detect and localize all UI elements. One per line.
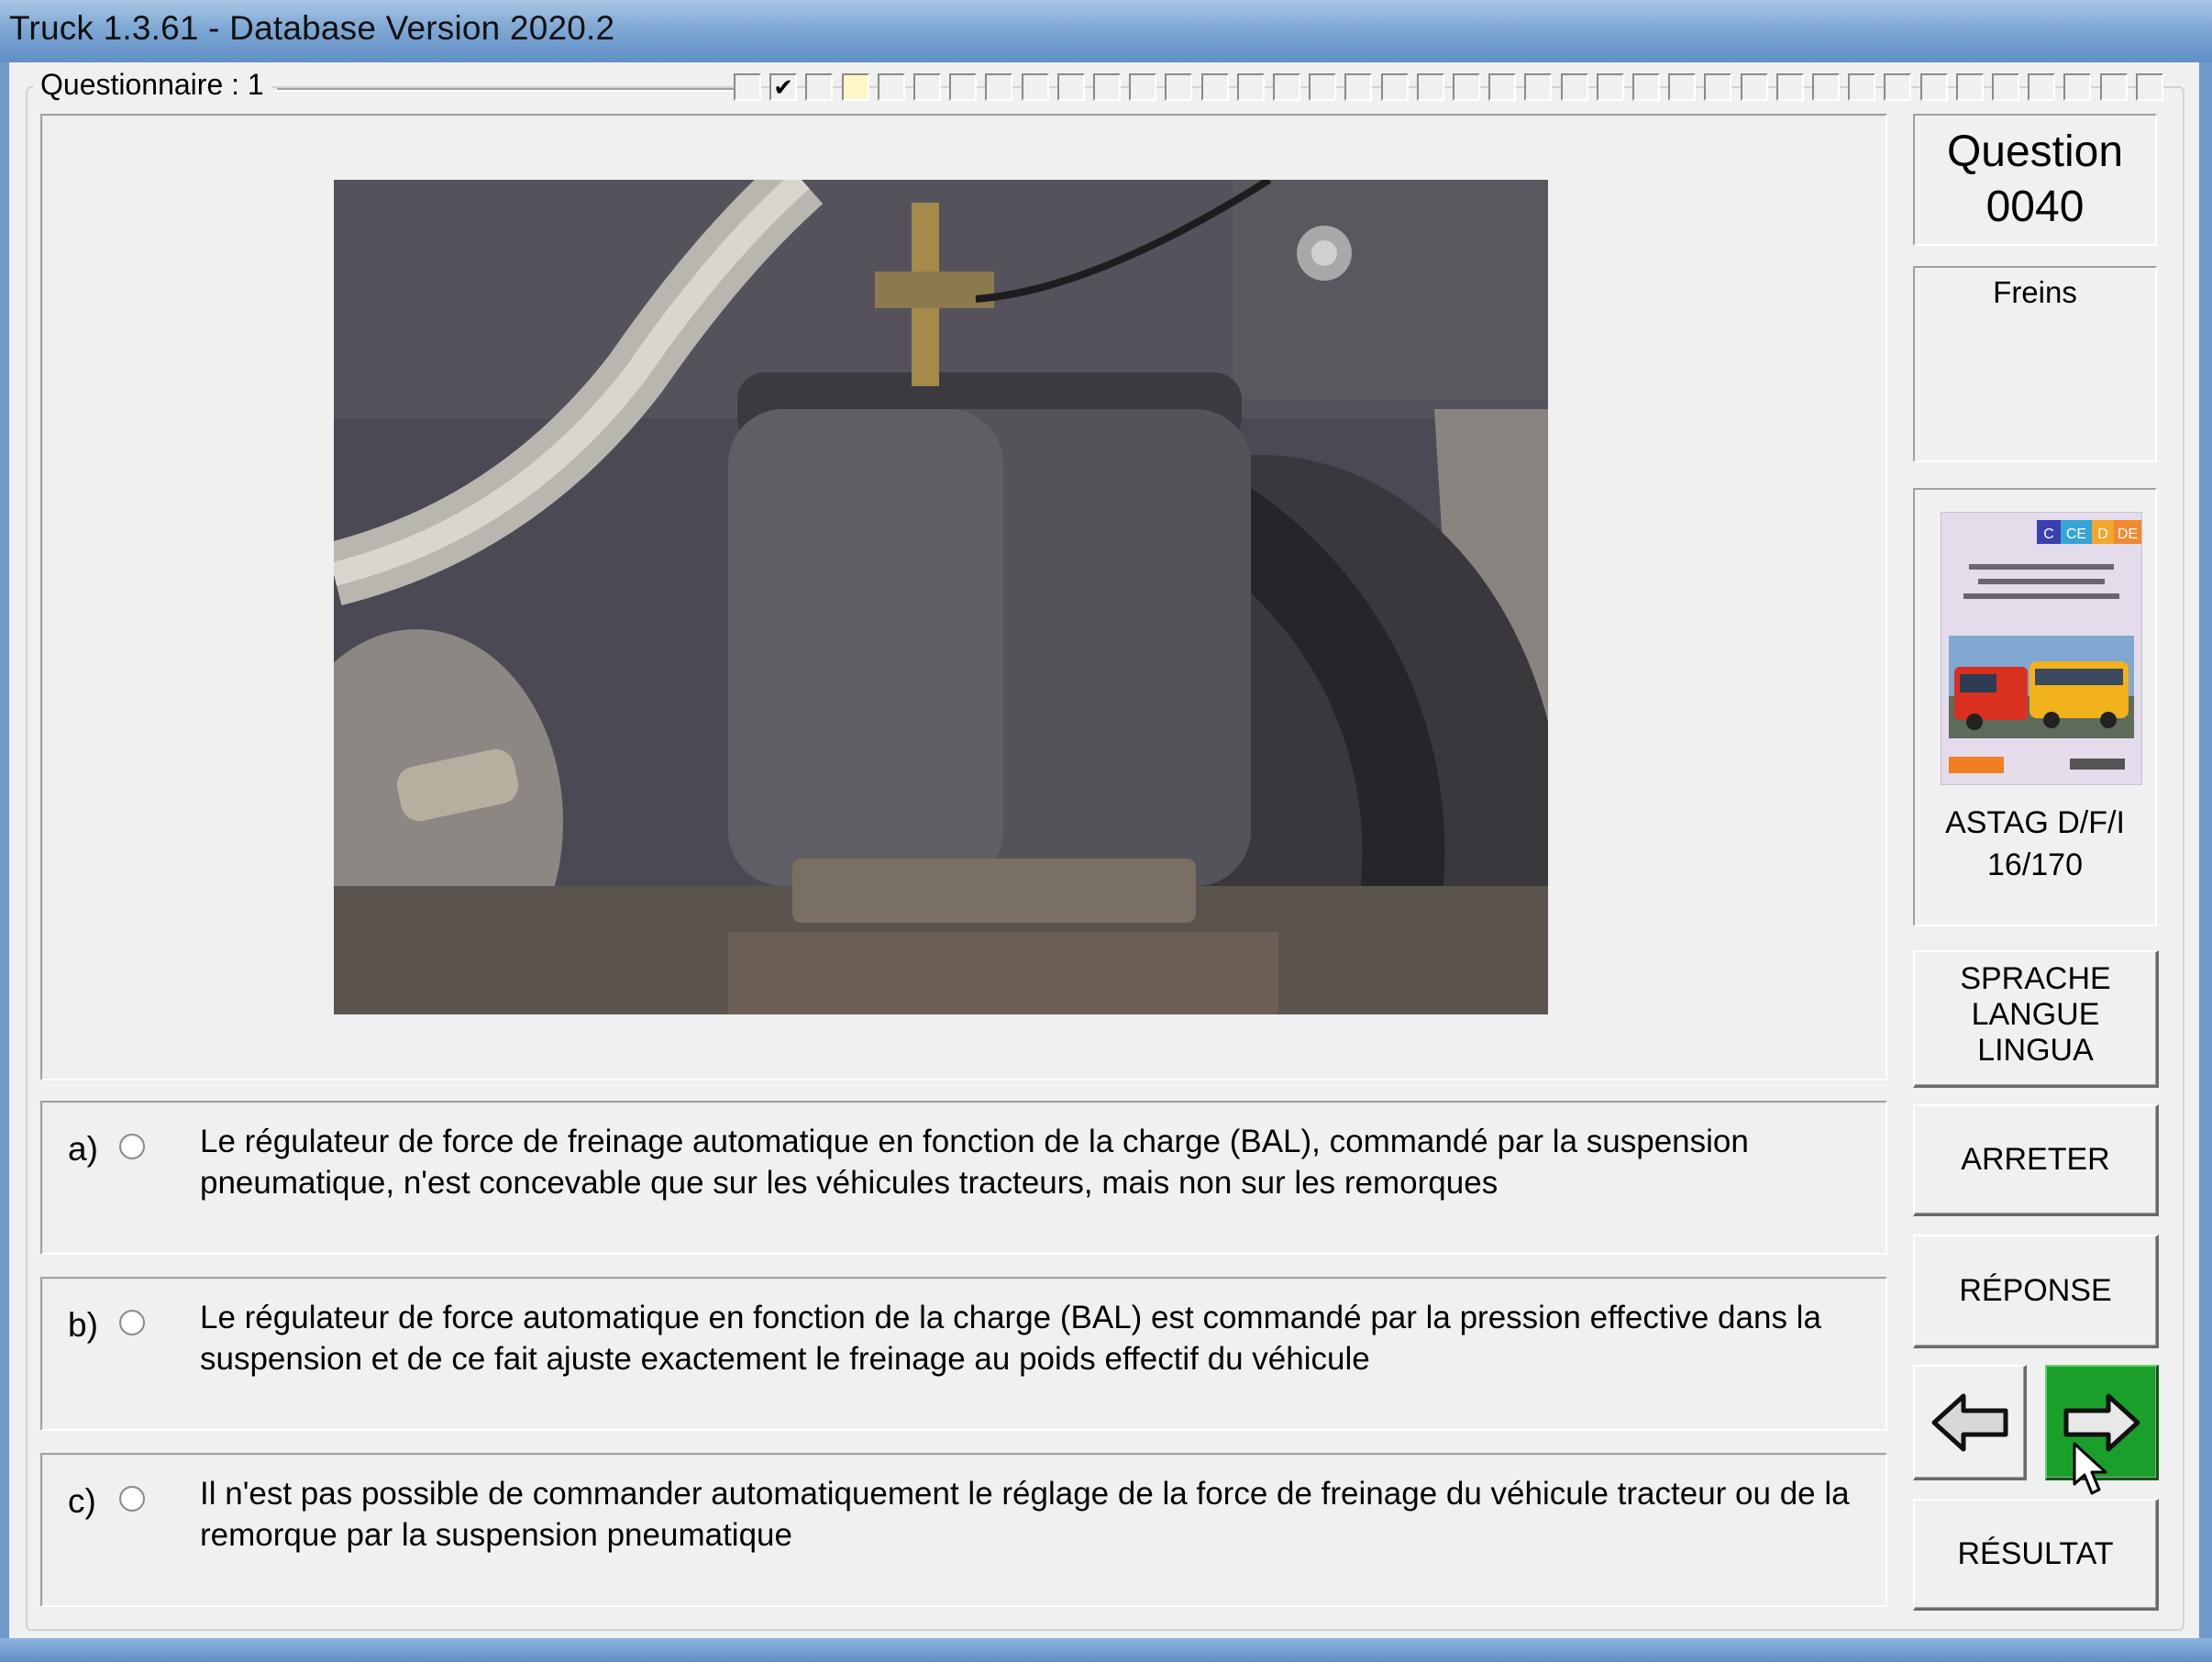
question-number-panel: Question 0040 bbox=[1913, 114, 2157, 246]
book-title: ASTAG D/F/I bbox=[1945, 805, 2125, 840]
progress-box bbox=[1919, 73, 1948, 101]
progress-box bbox=[2063, 73, 2092, 101]
title-bar: Truck 1.3.61 - Database Version 2020.2 bbox=[0, 0, 2212, 62]
question-number: 0040 bbox=[1985, 183, 2085, 231]
progress-box bbox=[1596, 73, 1624, 101]
progress-box bbox=[805, 73, 834, 101]
progress-box bbox=[1632, 73, 1660, 101]
progress-box bbox=[1093, 73, 1121, 101]
answer-c-letter: c) bbox=[68, 1482, 96, 1520]
progress-box bbox=[1740, 73, 1768, 101]
progress-box bbox=[1704, 73, 1732, 101]
progress-box bbox=[1344, 73, 1373, 101]
stop-button[interactable]: ARRETER bbox=[1913, 1104, 2159, 1216]
book-badge-d: D bbox=[2097, 526, 2108, 542]
book-badge-c: C bbox=[2043, 526, 2054, 542]
progress-box bbox=[1488, 73, 1517, 101]
progress-box bbox=[1416, 73, 1444, 101]
progress-box: ✔ bbox=[769, 73, 798, 101]
progress-box bbox=[1955, 73, 1984, 101]
answer-button[interactable]: RÉPONSE bbox=[1913, 1235, 2159, 1348]
language-label-it: LINGUA bbox=[1977, 1033, 2094, 1068]
answer-a-letter: a) bbox=[68, 1130, 98, 1168]
progress-box bbox=[1884, 73, 1912, 101]
answer-a-text[interactable]: Le régulateur de force de freinage autom… bbox=[200, 1121, 1860, 1203]
answer-c-text[interactable]: Il n'est pas possible de commander autom… bbox=[200, 1473, 1860, 1556]
progress-box bbox=[1524, 73, 1553, 101]
progress-box bbox=[1021, 73, 1049, 101]
progress-box bbox=[841, 73, 869, 101]
group-divider bbox=[277, 88, 734, 92]
language-label-de: SPRACHE bbox=[1960, 961, 2111, 996]
book-panel: C CE D DE ASTAG D/F/I 16/170 bbox=[1913, 488, 2157, 926]
answer-b-letter: b) bbox=[68, 1306, 98, 1344]
progress-box bbox=[877, 73, 905, 101]
progress-box bbox=[2028, 73, 2056, 101]
progress-box bbox=[734, 73, 761, 101]
mouse-cursor-icon bbox=[2073, 1442, 2107, 1495]
previous-button[interactable] bbox=[1913, 1365, 2027, 1480]
progress-box bbox=[1165, 73, 1193, 101]
progress-box bbox=[1992, 73, 2019, 101]
progress-box bbox=[1236, 73, 1265, 101]
result-button[interactable]: RÉSULTAT bbox=[1913, 1499, 2159, 1611]
progress-box bbox=[1848, 73, 1876, 101]
progress-box bbox=[1812, 73, 1840, 101]
answer-b-text[interactable]: Le régulateur de force automatique en fo… bbox=[200, 1297, 1860, 1379]
book-page: 16/170 bbox=[1987, 848, 2083, 882]
window-title: Truck 1.3.61 - Database Version 2020.2 bbox=[9, 9, 615, 47]
progress-box bbox=[1668, 73, 1697, 101]
progress-box bbox=[1560, 73, 1588, 101]
progress-box bbox=[1273, 73, 1300, 101]
answer-b-panel: b) Le régulateur de force automatique en… bbox=[40, 1277, 1887, 1431]
window-frame-bottom bbox=[0, 1638, 2212, 1662]
book-badge-ce: CE bbox=[2066, 526, 2086, 542]
language-label-fr: LANGUE bbox=[1971, 997, 2100, 1032]
progress-box bbox=[1056, 73, 1085, 101]
language-button[interactable]: SPRACHE LANGUE LINGUA bbox=[1913, 950, 2159, 1088]
category-panel: Freins bbox=[1913, 266, 2157, 462]
answer-a-panel: a) Le régulateur de force de freinage au… bbox=[40, 1101, 1887, 1255]
answer-c-panel: c) Il n'est pas possible de commander au… bbox=[40, 1453, 1887, 1607]
progress-box bbox=[2099, 73, 2128, 101]
question-photo bbox=[334, 180, 1548, 1014]
progress-box bbox=[1453, 73, 1480, 101]
progress-box bbox=[2135, 73, 2163, 101]
progress-box bbox=[1775, 73, 1804, 101]
progress-box bbox=[1309, 73, 1337, 101]
book-badge-de: DE bbox=[2118, 526, 2138, 542]
window-client: Questionnaire : 1 ✔ a) Le régulateur de … bbox=[9, 62, 2199, 1638]
progress-box bbox=[1200, 73, 1229, 101]
question-category: Freins bbox=[1993, 275, 2077, 309]
progress-box bbox=[985, 73, 1013, 101]
progress-box bbox=[913, 73, 941, 101]
progress-box bbox=[1129, 73, 1157, 101]
answer-a-radio[interactable] bbox=[119, 1134, 145, 1159]
progress-box bbox=[1380, 73, 1409, 101]
window-frame-right bbox=[2199, 62, 2212, 1662]
answer-b-radio[interactable] bbox=[119, 1310, 145, 1335]
window-frame-left bbox=[0, 62, 9, 1662]
progress-box bbox=[949, 73, 978, 101]
questionnaire-label: Questionnaire : 1 bbox=[33, 68, 271, 102]
answer-c-radio[interactable] bbox=[119, 1486, 145, 1512]
question-title: Question bbox=[1946, 127, 2124, 176]
book-cover-image: C CE D DE bbox=[1941, 512, 2142, 785]
arrow-left-icon bbox=[1931, 1393, 2007, 1451]
